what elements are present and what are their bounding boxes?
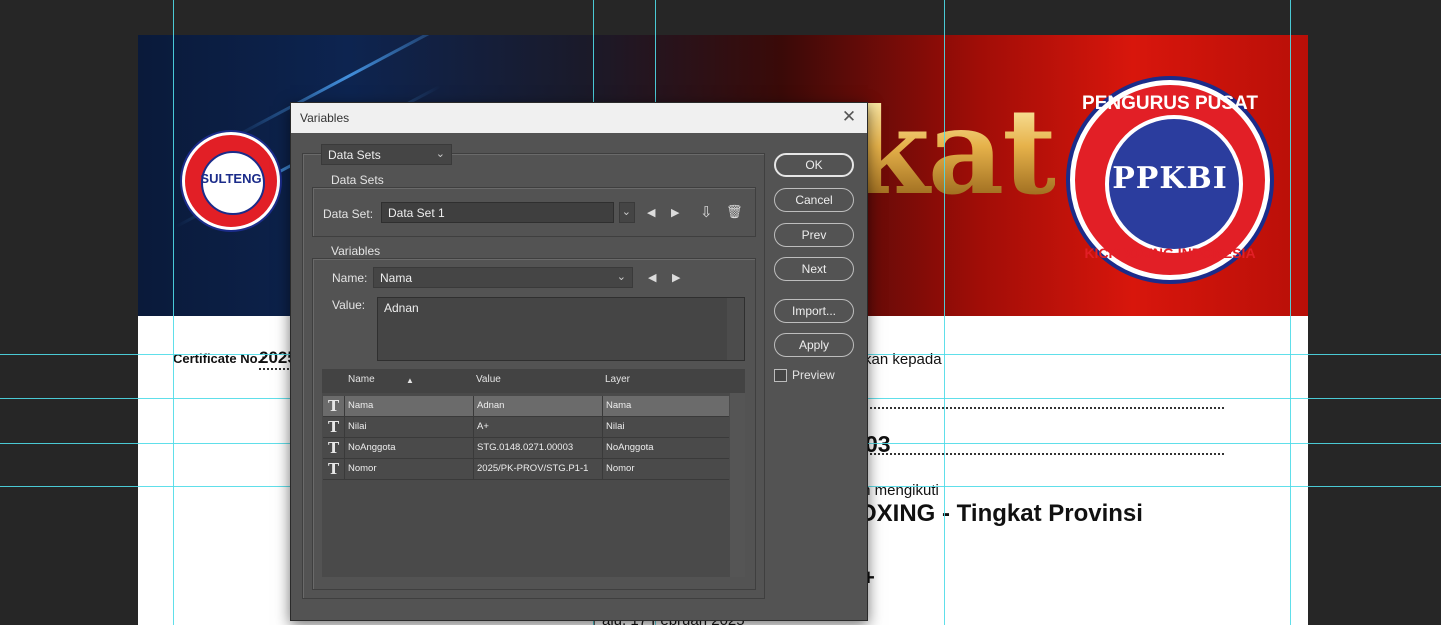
table-row[interactable]: T NoAnggota STG.0148.0271.00003 NoAnggot… [323,438,729,459]
variable-name-label: Name: [332,271,368,285]
guide-line[interactable] [944,0,945,625]
column-header-layer[interactable]: Layer [605,374,630,385]
guide-line[interactable] [173,0,174,625]
previous-dataset-icon[interactable]: ◀ [647,206,655,219]
row-layer: Nomor [602,459,729,479]
row-name: NoAnggota [344,438,473,458]
delete-dataset-icon[interactable]: 🗑 [726,204,743,220]
variables-table: Name ▲ Value Layer T Nama Adnan Nama T N… [322,369,745,577]
row-name: Nama [344,396,473,416]
row-layer: Nama [602,396,729,416]
sort-ascending-icon[interactable]: ▲ [406,376,414,385]
ok-button[interactable]: OK [774,153,854,177]
row-value: Adnan [473,396,602,416]
import-button[interactable]: Import... [774,299,854,323]
variable-value-label: Value: [332,298,366,312]
row-layer: Nilai [602,417,729,437]
chevron-down-icon: ⌄ [621,206,631,218]
table-row[interactable]: T Nama Adnan Nama [323,396,729,417]
table-row[interactable]: T Nomor 2025/PK-PROV/STG.P1-1 Nomor [323,459,729,480]
guide-line[interactable] [1290,0,1291,625]
row-name: Nomor [344,459,473,479]
dataset-dropdown[interactable]: ⌄ [619,202,635,223]
apply-button[interactable]: Apply [774,333,854,357]
preview-checkbox[interactable] [774,369,787,382]
dataset-name-field[interactable]: Data Set 1 [381,202,614,223]
next-dataset-icon[interactable]: ▶ [671,206,679,219]
row-value: STG.0148.0271.00003 [473,438,602,458]
dotted-line [866,407,1224,409]
row-layer: NoAnggota [602,438,729,458]
mode-select[interactable]: Data Sets ⌄ [321,144,452,165]
save-dataset-icon[interactable]: ⇩ [700,203,713,221]
follow-text: m mengikuti [858,482,939,499]
text-layer-icon: T [328,397,340,415]
text-layer-icon: T [328,439,340,457]
chevron-down-icon: ⌄ [616,271,626,283]
variable-name-select[interactable]: Nama ⌄ [373,267,633,288]
value-scrollbar[interactable] [727,298,744,360]
row-value: A+ [473,417,602,437]
cancel-button[interactable]: Cancel [774,188,854,212]
variables-group-label: Variables [328,244,384,258]
dialog-titlebar[interactable]: Variables ✕ [291,103,867,133]
text-layer-icon: T [328,460,340,478]
text-layer-icon: T [328,418,340,436]
sulteng-logo: SULTENG [182,132,280,230]
column-header-value[interactable]: Value [476,374,501,385]
dotted-line [866,453,1224,455]
previous-variable-icon[interactable]: ◀ [648,271,656,284]
table-row[interactable]: T Nilai A+ Nilai [323,417,729,438]
datasets-group-label: Data Sets [328,173,387,187]
dialog-title: Variables [300,111,350,125]
banner-title: kat [848,82,1057,221]
row-name: Nilai [344,417,473,437]
column-header-name[interactable]: Name [348,374,375,385]
next-button[interactable]: Next [774,257,854,281]
row-value: 2025/PK-PROV/STG.P1-1 [473,459,602,479]
chevron-down-icon: ⌄ [435,148,445,160]
prev-button[interactable]: Prev [774,223,854,247]
table-scrollbar[interactable] [730,393,745,577]
variables-dialog: Variables ✕ Data Sets ⌄ Data Sets Data Se… [290,102,868,621]
ppkbi-logo: PENGURUS PUSAT PPKBI KICKBOXING INDONESI… [1070,80,1270,280]
next-variable-icon[interactable]: ▶ [672,271,680,284]
preview-label: Preview [792,368,835,382]
close-icon[interactable]: ✕ [839,107,859,127]
dataset-label: Data Set: [323,207,374,221]
variable-value-textarea[interactable]: Adnan [377,297,745,361]
event-title: OXING - Tingkat Provinsi [858,500,1143,527]
